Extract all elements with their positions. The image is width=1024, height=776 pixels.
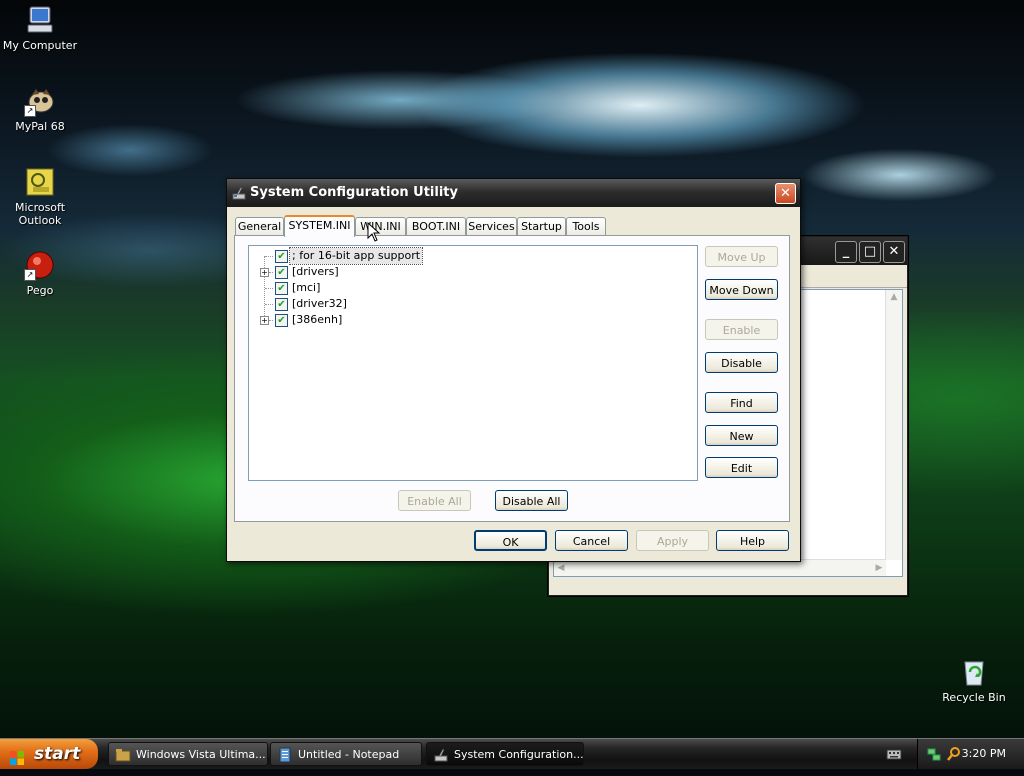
start-button[interactable]: start	[0, 739, 98, 769]
vertical-scrollbar[interactable]: ▲	[885, 290, 902, 560]
ini-tree-view[interactable]: ✔ ; for 16-bit app support + ✔ [drivers]…	[248, 245, 698, 481]
disable-all-button[interactable]: Disable All	[495, 490, 568, 511]
taskbar-item-notepad[interactable]: Untitled - Notepad	[270, 742, 422, 766]
tree-item-label: [386enh]	[292, 313, 343, 326]
desktop-icon-label: MyPal 68	[15, 120, 65, 133]
tree-branch-line	[265, 304, 273, 305]
windows-flag-icon	[9, 746, 25, 765]
tree-branch-line	[269, 320, 273, 321]
folder-icon	[115, 747, 131, 763]
tab-services[interactable]: Services	[466, 217, 517, 235]
dialog-title: System Configuration Utility	[250, 185, 458, 200]
tree-branch-line	[265, 256, 273, 257]
disable-button[interactable]: Disable	[705, 352, 778, 373]
desktop-icon-pego[interactable]: ↗ Pego	[0, 249, 80, 297]
network-tray-icon[interactable]	[926, 746, 942, 762]
recycle-bin-icon	[958, 656, 990, 688]
tree-item-label: [mci]	[292, 281, 321, 294]
pego-icon: ↗	[24, 249, 56, 281]
tree-item-checkbox[interactable]: ✔	[275, 314, 288, 327]
cancel-button[interactable]: Cancel	[555, 530, 628, 551]
apply-button[interactable]: Apply	[636, 530, 709, 551]
msconfig-app-icon	[433, 747, 449, 763]
desktop-icon-label: My Computer	[2, 39, 78, 52]
system-configuration-dialog[interactable]: System Configuration Utility ✕ General S…	[226, 178, 801, 562]
minimize-button[interactable]: _	[835, 241, 857, 263]
tree-branch-line	[269, 272, 273, 273]
taskbar-item-label: System Configuration...	[454, 748, 584, 761]
keyboard-icon[interactable]	[886, 747, 902, 761]
outlook-icon	[24, 166, 56, 198]
desktop-icon-recycle-bin[interactable]: Recycle Bin	[934, 656, 1014, 704]
mouse-cursor-icon	[367, 221, 381, 242]
tree-item-label: ; for 16-bit app support	[288, 247, 424, 265]
maximize-button[interactable]: □	[859, 241, 881, 263]
scroll-left-arrow-icon[interactable]: ◀	[554, 561, 568, 575]
tree-item-checkbox[interactable]: ✔	[275, 250, 288, 263]
notepad-icon	[277, 747, 293, 763]
desktop-icon-my-computer[interactable]: My Computer	[0, 4, 80, 52]
tree-item[interactable]: + ✔ [386enh]	[249, 312, 689, 328]
dialog-title-bar[interactable]: System Configuration Utility ✕	[227, 179, 800, 207]
tree-item[interactable]: ✔ ; for 16-bit app support	[249, 247, 689, 265]
tree-item-checkbox[interactable]: ✔	[275, 298, 288, 311]
close-button[interactable]: ✕	[775, 183, 796, 204]
search-tray-icon[interactable]	[946, 746, 962, 762]
tree-item[interactable]: ✔ [mci]	[249, 280, 689, 296]
taskbar-item-label: Windows Vista Ultima...	[136, 748, 266, 761]
expand-plus-icon[interactable]: +	[260, 316, 269, 325]
taskbar: start Windows Vista Ultima... Untitled -…	[0, 738, 1024, 769]
expand-plus-icon[interactable]: +	[260, 268, 269, 277]
tab-tools[interactable]: Tools	[566, 217, 606, 235]
tree-item[interactable]: ✔ [driver32]	[249, 296, 689, 312]
system-tray: 3:20 PM	[917, 739, 1024, 769]
taskbar-item-label: Untitled - Notepad	[298, 748, 400, 761]
tree-item[interactable]: + ✔ [drivers]	[249, 264, 689, 280]
tab-startup[interactable]: Startup	[517, 217, 566, 235]
tree-branch-line	[265, 288, 273, 289]
desktop-icon-mypal[interactable]: ↗ MyPal 68	[0, 85, 80, 133]
tree-item-checkbox[interactable]: ✔	[275, 266, 288, 279]
edit-button[interactable]: Edit	[705, 457, 778, 478]
scroll-up-arrow-icon[interactable]: ▲	[887, 290, 901, 304]
desktop-icon-label: Microsoft Outlook	[14, 201, 66, 227]
my-computer-icon	[24, 4, 56, 36]
mypal-icon: ↗	[24, 85, 56, 117]
tree-item-checkbox[interactable]: ✔	[275, 282, 288, 295]
find-button[interactable]: Find	[705, 392, 778, 413]
enable-all-button[interactable]: Enable All	[398, 490, 471, 511]
desktop-icon-label: Recycle Bin	[942, 691, 1006, 704]
tab-system-ini[interactable]: SYSTEM.INI	[284, 215, 355, 237]
close-button[interactable]: ✕	[883, 241, 905, 263]
new-button[interactable]: New	[705, 425, 778, 446]
taskbar-item-system-configuration[interactable]: System Configuration...	[426, 742, 584, 766]
ok-button[interactable]: OK	[474, 530, 547, 551]
desktop-icon-label: Pego	[26, 284, 54, 297]
tab-boot-ini[interactable]: BOOT.INI	[406, 217, 466, 235]
msconfig-app-icon	[231, 185, 247, 201]
system-clock: 3:20 PM	[961, 747, 1006, 760]
system-ini-panel: ✔ ; for 16-bit app support + ✔ [drivers]…	[234, 235, 790, 522]
tab-general[interactable]: General	[235, 217, 284, 235]
help-button[interactable]: Help	[716, 530, 789, 551]
shortcut-arrow-icon: ↗	[24, 105, 36, 117]
shortcut-arrow-icon: ↗	[24, 269, 36, 281]
tree-item-label: [driver32]	[292, 297, 347, 310]
start-label: start	[34, 744, 81, 764]
move-up-button[interactable]: Move Up	[705, 246, 778, 267]
scroll-right-arrow-icon[interactable]: ▶	[872, 561, 886, 575]
tree-item-label: [drivers]	[292, 265, 339, 278]
taskbar-item-vista-ultimate[interactable]: Windows Vista Ultima...	[108, 742, 268, 766]
move-down-button[interactable]: Move Down	[705, 279, 778, 300]
enable-button[interactable]: Enable	[705, 319, 778, 340]
desktop-icon-outlook[interactable]: Microsoft Outlook	[0, 166, 80, 227]
